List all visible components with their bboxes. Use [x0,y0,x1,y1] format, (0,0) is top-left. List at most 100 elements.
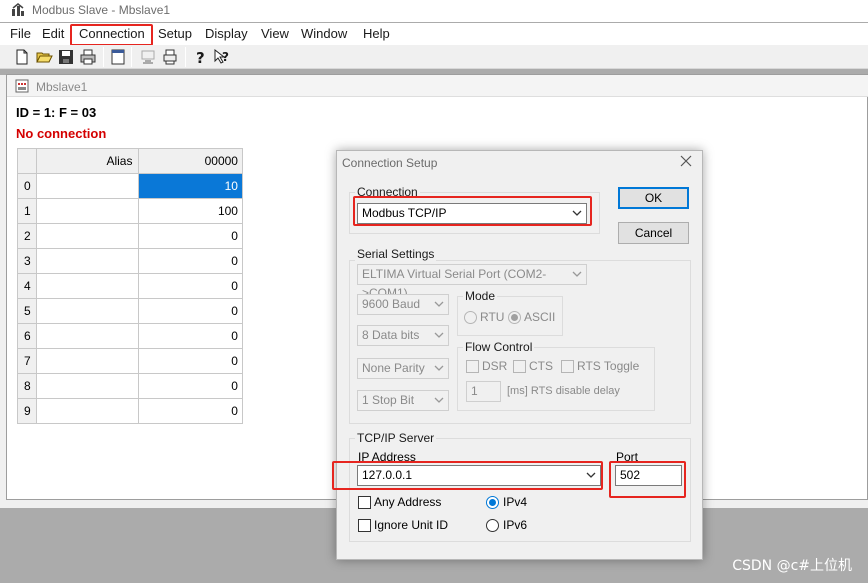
table-row: 4 0 [18,274,243,299]
connection-type-select[interactable]: Modbus TCP/IP [357,203,587,224]
toolbar-separator [131,47,132,67]
child-window-title: Mbslave1 [36,80,88,94]
help-icon[interactable]: ? [191,48,209,66]
rts-toggle-label: RTS Toggle [577,359,640,373]
alias-cell[interactable] [36,274,140,299]
toolbar-separator [185,47,186,67]
ipv4-radio[interactable] [486,496,499,509]
port-input[interactable]: 502 [615,465,682,486]
table-row: 6 0 [18,324,243,349]
ascii-radio[interactable] [508,311,521,324]
alias-cell[interactable] [36,299,140,324]
window-icon[interactable] [109,48,127,66]
new-icon[interactable] [13,48,31,66]
stopbit-value: 1 Stop Bit [362,393,415,407]
child-title-bar: Mbslave1 [7,75,868,97]
alias-cell[interactable] [36,174,140,199]
save-icon[interactable] [57,48,75,66]
chevron-down-icon [434,397,444,403]
databits-value: 8 Data bits [362,328,420,342]
cancel-button[interactable]: Cancel [618,222,689,244]
ok-button[interactable]: OK [618,187,689,209]
close-icon[interactable] [679,154,693,168]
menu-view[interactable]: View [261,26,289,41]
alias-cell[interactable] [36,249,140,274]
row-index: 3 [18,249,37,274]
rtu-label: RTU [480,310,505,324]
menu-window[interactable]: Window [301,26,347,41]
context-help-icon[interactable]: ? [213,48,231,66]
row-index: 5 [18,299,37,324]
rts-toggle-checkbox[interactable] [561,360,574,373]
connection-type-value: Modbus TCP/IP [362,206,447,220]
printer-icon[interactable] [161,48,179,66]
connection-setup-dialog: Connection Setup Connection Modbus TCP/I… [332,150,703,560]
value-cell[interactable]: 0 [139,274,243,299]
menu-connection[interactable]: Connection [79,26,145,41]
cts-label: CTS [529,359,553,373]
baud-select[interactable]: 9600 Baud [357,294,449,315]
dsr-checkbox[interactable] [466,360,479,373]
menu-edit[interactable]: Edit [42,26,64,41]
serial-settings-label: Serial Settings [355,247,437,261]
menu-display[interactable]: Display [205,26,248,41]
menu-setup[interactable]: Setup [158,26,192,41]
menu-bar: File Edit Connection Setup Display View … [0,23,868,45]
stopbit-select[interactable]: 1 Stop Bit [357,390,449,411]
row-index: 0 [18,174,37,199]
value-cell[interactable]: 0 [139,374,243,399]
value-cell[interactable]: 0 [139,349,243,374]
column-header-alias[interactable]: Alias [36,149,140,174]
value-cell-selected[interactable]: 10 [139,174,243,199]
serial-port-select[interactable]: ELTIMA Virtual Serial Port (COM2->COM1) [357,264,587,300]
ipv4-label: IPv4 [503,495,528,509]
open-icon[interactable] [35,48,53,66]
column-header-address[interactable]: 00000 [139,149,243,174]
dsr-label: DSR [482,359,508,373]
row-index: 4 [18,274,37,299]
alias-cell[interactable] [36,349,140,374]
print-icon[interactable] [79,48,97,66]
svg-text:?: ? [196,49,205,66]
value-cell[interactable]: 0 [139,399,243,424]
table-row: 0 10 [18,174,243,199]
rtu-radio[interactable] [464,311,477,324]
any-address-label: Any Address [374,495,442,509]
value-cell[interactable]: 100 [139,199,243,224]
port-label: Port [616,450,639,464]
window-title: Modbus Slave - Mbslave1 [32,3,171,17]
ignore-unit-id-checkbox[interactable] [358,519,371,532]
alias-cell[interactable] [36,324,140,349]
menu-help[interactable]: Help [363,26,390,41]
ipv6-radio[interactable] [486,519,499,532]
cts-checkbox[interactable] [513,360,526,373]
table-row: 5 0 [18,299,243,324]
rts-delay-input[interactable]: 1 [466,381,501,402]
any-address-checkbox[interactable] [358,496,371,509]
chevron-down-icon [586,472,596,478]
menu-file[interactable]: File [10,26,31,41]
radio-dot [511,314,518,321]
table-row: 7 0 [18,349,243,374]
title-bar: Modbus Slave - Mbslave1 [0,0,868,22]
value-cell[interactable]: 0 [139,324,243,349]
connection-status: No connection [16,126,107,141]
table-row: 8 0 [18,374,243,399]
alias-cell[interactable] [36,199,140,224]
monitor-icon[interactable] [139,48,157,66]
ip-address-select[interactable]: 127.0.0.1 [357,465,601,486]
alias-cell[interactable] [36,399,140,424]
alias-cell[interactable] [36,224,140,249]
ip-address-value: 127.0.0.1 [362,468,413,482]
dialog-title: Connection Setup [342,156,438,170]
alias-cell[interactable] [36,374,140,399]
value-cell[interactable]: 0 [139,249,243,274]
chevron-down-icon [434,301,444,307]
chevron-down-icon [572,210,582,216]
value-cell[interactable]: 0 [139,299,243,324]
value-cell[interactable]: 0 [139,224,243,249]
chevron-down-icon [434,332,444,338]
databits-select[interactable]: 8 Data bits [357,325,449,346]
row-index: 8 [18,374,37,399]
parity-select[interactable]: None Parity [357,358,449,379]
